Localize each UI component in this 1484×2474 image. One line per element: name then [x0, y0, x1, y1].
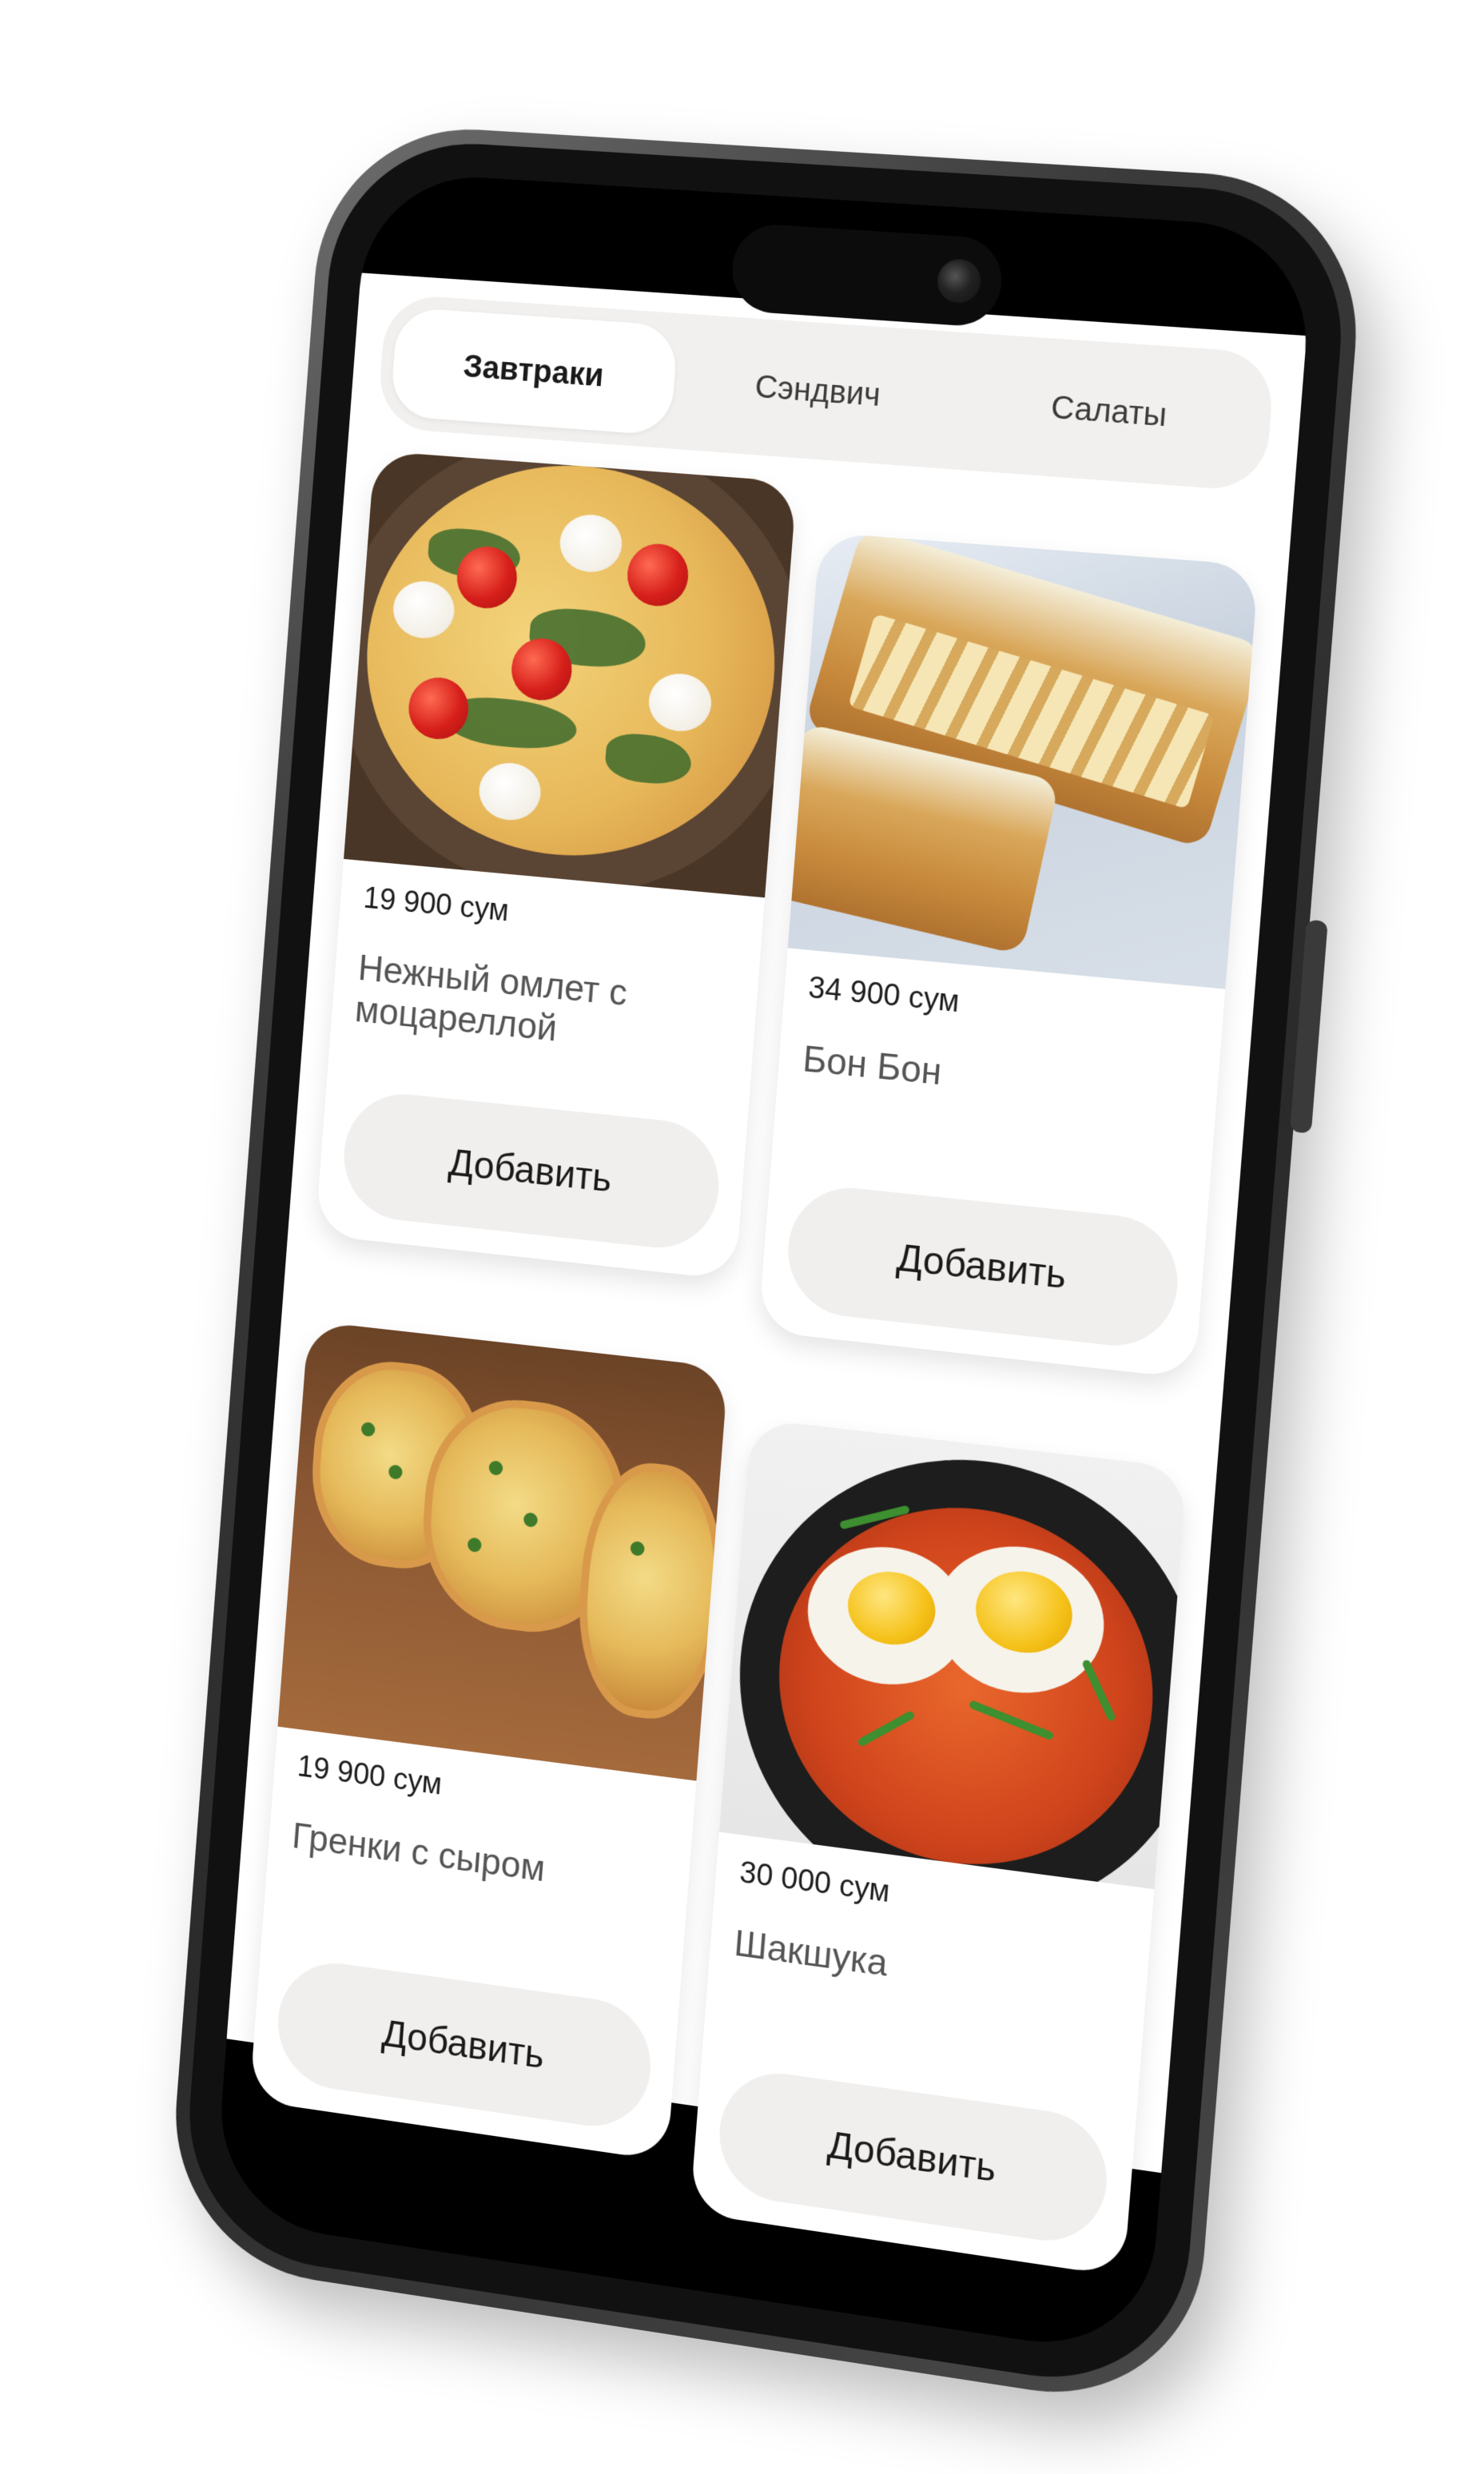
tab-salads[interactable]: Салаты — [958, 345, 1262, 478]
card-body: 19 900 сум Гренки с сыром Добавить — [249, 1727, 697, 2162]
product-card[interactable]: 19 900 сум Гренки с сыром Добавить — [249, 1321, 729, 2162]
product-image-bon-bon — [788, 532, 1259, 989]
product-price: 19 900 сум — [362, 881, 739, 950]
card-body: 34 900 сум Бон Бон Добавить — [758, 948, 1226, 1378]
menu-screen: Завтраки Сэндвич Салаты 19 900 сум Нежны… — [227, 272, 1307, 2173]
camera-icon — [936, 258, 982, 304]
tab-breakfast[interactable]: Завтраки — [390, 307, 679, 436]
product-price: 34 900 сум — [807, 971, 1200, 1043]
product-card[interactable]: 34 900 сум Бон Бон Добавить — [758, 532, 1259, 1379]
tab-label: Сэндвич — [754, 368, 881, 413]
product-image-shakshuka — [719, 1418, 1188, 1889]
product-card[interactable]: 30 000 сум Шакшука Добавить — [690, 1418, 1188, 2277]
card-body: 30 000 сум Шакшука Добавить — [690, 1832, 1154, 2277]
product-grid: 19 900 сум Нежный омлет с моцареллой Доб… — [245, 451, 1263, 2277]
phone-device: Завтраки Сэндвич Салаты 19 900 сум Нежны… — [165, 121, 1368, 2415]
tab-label: Салаты — [1049, 389, 1168, 434]
phone-screen: Завтраки Сэндвич Салаты 19 900 сум Нежны… — [213, 171, 1315, 2359]
tab-label: Завтраки — [462, 348, 605, 394]
product-card[interactable]: 19 900 сум Нежный омлет с моцареллой Доб… — [315, 451, 797, 1280]
dynamic-island — [729, 222, 1005, 328]
product-image-omelet — [344, 451, 797, 897]
product-image-toast — [277, 1321, 728, 1781]
mockup-stage: Завтраки Сэндвич Салаты 19 900 сум Нежны… — [0, 0, 1484, 2474]
card-body: 19 900 сум Нежный омлет с моцареллой Доб… — [315, 859, 765, 1280]
tab-sandwich[interactable]: Сэндвич — [670, 326, 967, 457]
